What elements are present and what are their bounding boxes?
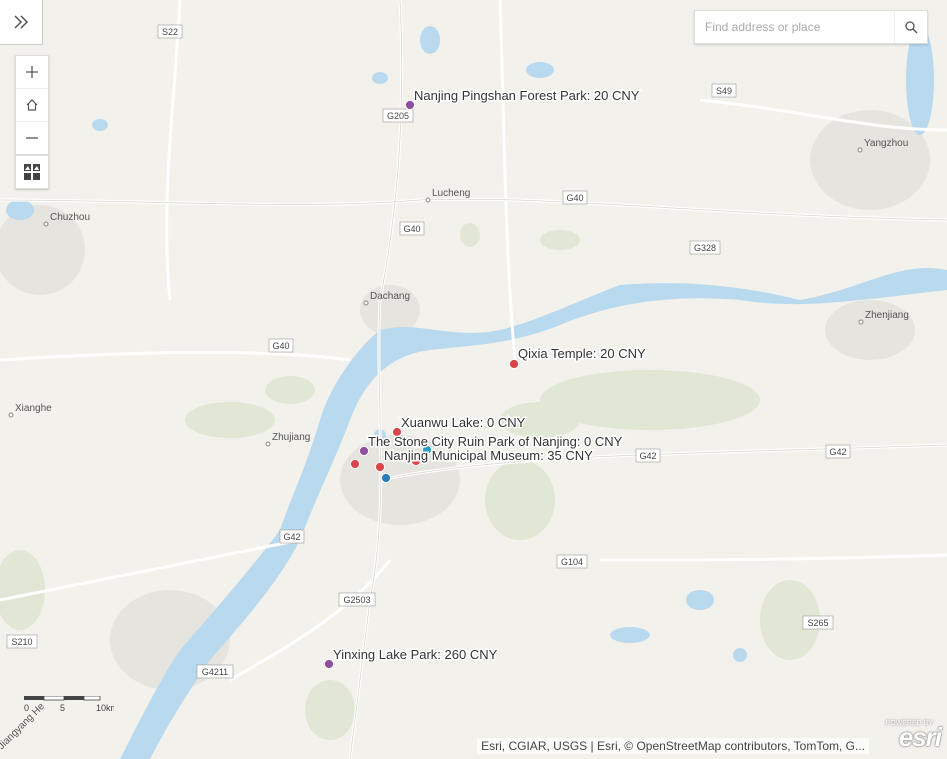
road-shield: S265	[802, 615, 834, 630]
road-shield: G104	[556, 554, 588, 569]
place-label: Chuzhou	[50, 212, 90, 223]
place-dot	[425, 197, 431, 203]
poi-marker[interactable]	[375, 462, 385, 472]
road-shield: G42	[825, 444, 851, 459]
road-shield-label: G40	[566, 193, 583, 203]
map-attribution[interactable]: Esri, CGIAR, USGS | Esri, © OpenStreetMa…	[477, 738, 869, 754]
home-icon	[26, 99, 38, 111]
road-shield: S210	[6, 634, 38, 649]
road-shield: G42	[279, 529, 305, 544]
poi-label: The Stone City Ruin Park of Nanjing: 0 C…	[368, 434, 623, 449]
esri-logo[interactable]: esri	[899, 722, 942, 753]
poi-label: Xuanwu Lake: 0 CNY	[401, 415, 526, 430]
poi-marker[interactable]	[350, 459, 360, 469]
place-dot	[857, 147, 863, 153]
place-dot	[265, 441, 271, 447]
zoom-in-button[interactable]	[16, 56, 48, 89]
zoom-controls	[15, 55, 49, 155]
basemap-gallery-icon	[24, 164, 40, 180]
road-shield: G328	[689, 240, 721, 255]
plus-icon	[26, 66, 38, 78]
search-icon	[905, 21, 918, 34]
road-shield-label: G104	[561, 557, 583, 567]
road-shield: G42	[635, 448, 661, 463]
search-input[interactable]	[695, 11, 894, 43]
place-label: Xianghe	[15, 403, 52, 414]
place-dot	[858, 319, 864, 325]
road-shield-label: S22	[162, 27, 178, 37]
search-button[interactable]	[894, 11, 927, 43]
road-shield: G40	[562, 190, 588, 205]
scale-bar: 0 5 10km	[24, 695, 118, 721]
map-canvas[interactable]: S22 G205 S49 G40 G40 G328 G40 G42 G42 G42 G104 G250…	[0, 0, 947, 759]
poi-marker[interactable]	[381, 473, 391, 483]
road-shield-label: S265	[807, 618, 828, 628]
poi-label: Nanjing Pingshan Forest Park: 20 CNY	[414, 88, 640, 103]
road-shield-label: G42	[639, 451, 656, 461]
place-dot	[43, 221, 49, 227]
place-label: Zhenjiang	[865, 310, 909, 321]
search-widget	[694, 10, 928, 44]
road-shield-label: G40	[403, 224, 420, 234]
scale-tick-5: 5	[60, 703, 65, 713]
road-shield: G40	[399, 221, 425, 236]
place-dot	[8, 412, 14, 418]
road-shield-label: G42	[283, 532, 300, 542]
poi-label: Yinxing Lake Park: 260 CNY	[333, 647, 498, 662]
place-label: Zhujiang	[272, 432, 310, 443]
place-label: Yangzhou	[864, 138, 908, 149]
road-shield: G2503	[338, 592, 376, 607]
road-shield: G4211	[196, 664, 234, 679]
road-shield-label: G205	[387, 111, 409, 121]
road-shield: G205	[382, 108, 414, 123]
place-label: Dachang	[370, 291, 410, 302]
road-shield: G40	[268, 338, 294, 353]
road-shield-label: S49	[716, 86, 732, 96]
road-shield-label: G2503	[343, 595, 370, 605]
home-button[interactable]	[16, 89, 48, 122]
road-shield: S49	[711, 83, 737, 98]
road-shield-label: G4211	[202, 667, 228, 677]
road-shield-label: S210	[11, 637, 32, 647]
poi-label: Qixia Temple: 20 CNY	[518, 346, 646, 361]
road-shields: S22 G205 S49 G40 G40 G328 G40 G42 G42 G42 G104 G250…	[6, 24, 851, 679]
zoom-out-button[interactable]	[16, 122, 48, 154]
road-shield-label: G328	[694, 243, 716, 253]
scale-tick-10: 10km	[96, 703, 114, 713]
poi-label: Nanjing Municipal Museum: 35 CNY	[384, 448, 593, 463]
expand-panel-button[interactable]	[0, 0, 43, 45]
place-labels: Lucheng Yangzhou Chuzhou Dachang Zhenjiang Xi…	[8, 138, 909, 447]
basemap-gallery-button[interactable]	[15, 155, 49, 189]
double-chevron-right-icon	[14, 15, 29, 29]
scale-tick-0: 0	[24, 703, 29, 713]
road-shield-label: G42	[829, 447, 846, 457]
road-shield: S22	[157, 24, 183, 39]
place-dot	[363, 300, 369, 306]
minus-icon	[26, 137, 38, 139]
place-label: Lucheng	[432, 188, 470, 199]
road-shield-label: G40	[272, 341, 289, 351]
